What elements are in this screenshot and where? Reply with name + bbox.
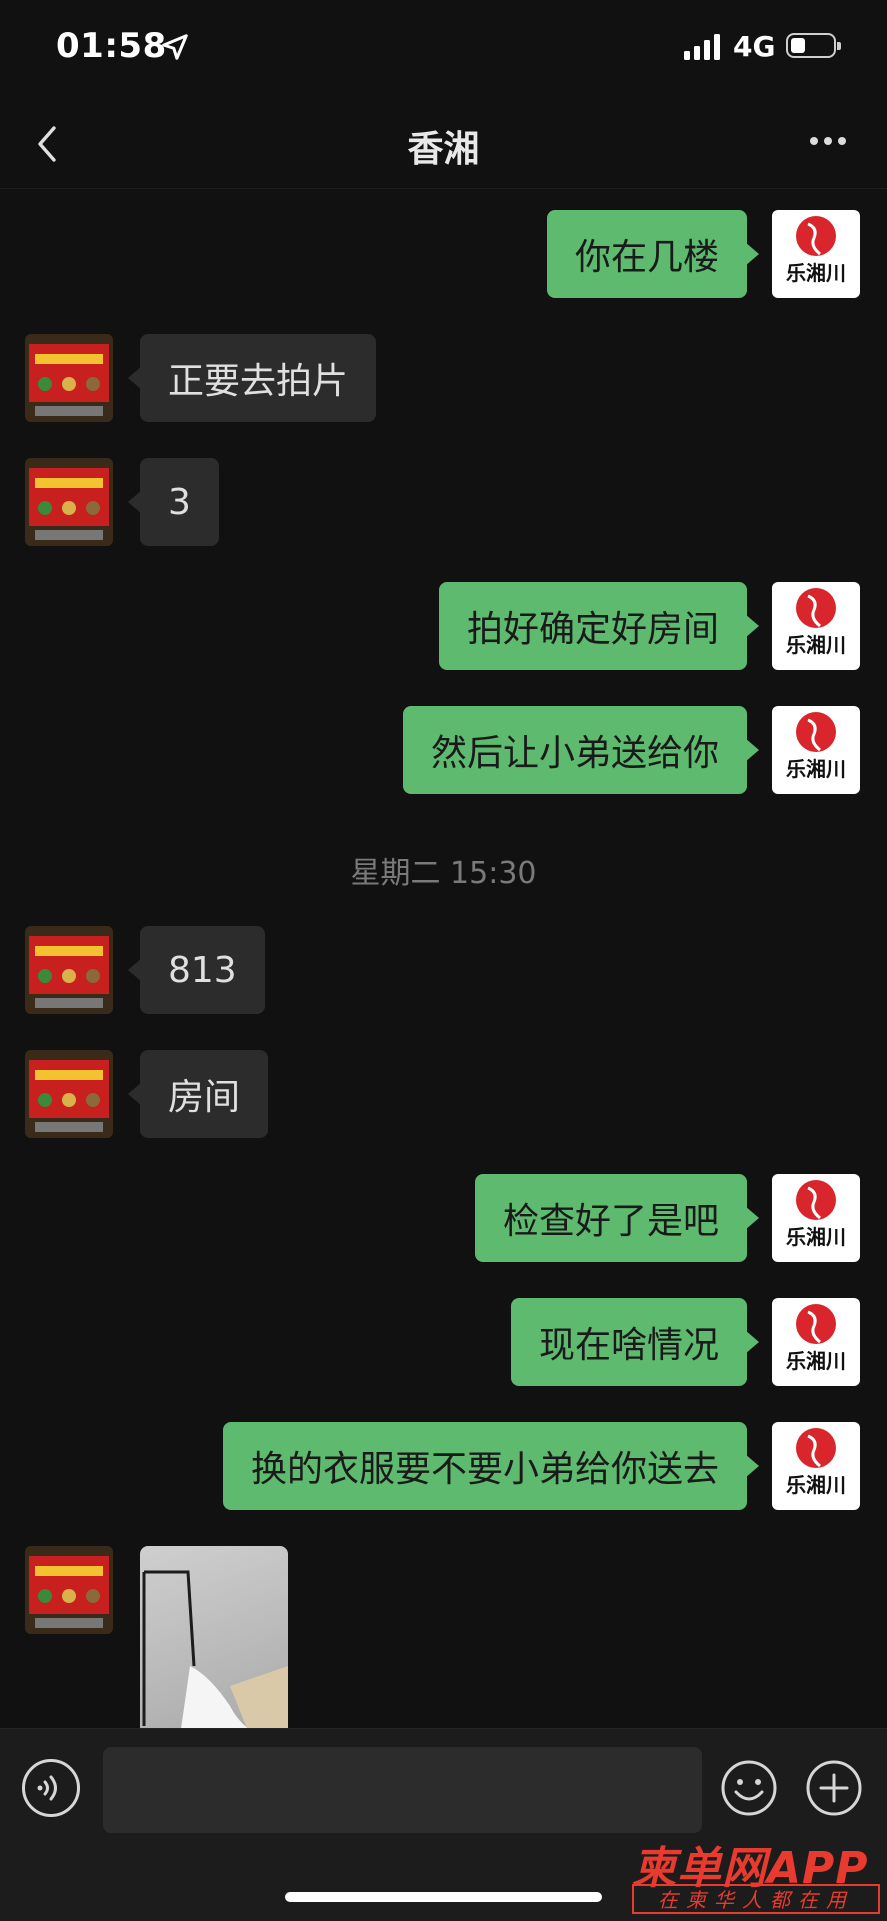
received-message-bubble[interactable]: 813 <box>128 926 265 1014</box>
emoji-icon[interactable] <box>720 1759 778 1817</box>
cellular-signal-icon <box>684 34 720 60</box>
sent-message-bubble[interactable]: 换的衣服要不要小弟给你送去 <box>222 1422 760 1510</box>
my-avatar[interactable]: 乐湘川 <box>772 1298 860 1386</box>
my-avatar[interactable]: 乐湘川 <box>772 582 860 670</box>
sent-message-bubble[interactable]: 现在啥情况 <box>510 1298 760 1386</box>
message-input[interactable] <box>103 1747 702 1833</box>
received-message-bubble[interactable]: 正要去拍片 <box>127 334 377 422</box>
home-indicator[interactable] <box>285 1892 602 1902</box>
chat-title: 香湘 <box>407 129 480 170</box>
svg-text:乐湘川: 乐湘川 <box>786 1349 846 1373</box>
my-avatar[interactable]: 乐湘川 <box>772 210 860 298</box>
more-options-icon[interactable] <box>807 130 857 154</box>
location-arrow-icon <box>162 34 188 60</box>
svg-text:乐湘川: 乐湘川 <box>786 1473 846 1497</box>
my-avatar[interactable]: 乐湘川 <box>772 1174 860 1262</box>
svg-text:乐湘川: 乐湘川 <box>786 633 846 657</box>
watermark-logo: 柬单网APP 在柬华人都在用 <box>628 1832 886 1918</box>
svg-text:乐湘川: 乐湘川 <box>786 1225 846 1249</box>
message-list[interactable]: 你在几楼 乐湘川 正要去拍片 3 拍好确定好房间 乐湘川 然后让小弟送给你 乐湘… <box>0 190 887 1728</box>
sent-message-bubble[interactable]: 你在几楼 <box>546 210 760 298</box>
sent-message-bubble[interactable]: 检查好了是吧 <box>474 1174 760 1262</box>
contact-avatar[interactable] <box>25 458 113 546</box>
sent-message-bubble[interactable]: 拍好确定好房间 <box>438 582 760 670</box>
svg-text:乐湘川: 乐湘川 <box>786 757 846 781</box>
contact-avatar[interactable] <box>25 1050 113 1138</box>
received-message-bubble[interactable]: 房间 <box>127 1050 269 1138</box>
plus-icon[interactable] <box>805 1759 863 1817</box>
contact-avatar[interactable] <box>25 1546 113 1634</box>
svg-text:乐湘川: 乐湘川 <box>786 261 846 285</box>
image-message[interactable] <box>140 1546 288 1728</box>
status-bar: 01:58 4G <box>0 0 887 100</box>
my-avatar[interactable]: 乐湘川 <box>772 1422 860 1510</box>
received-message-bubble[interactable]: 3 <box>128 458 219 546</box>
chat-timestamp: 星期二 15:30 <box>350 856 537 891</box>
chat-header: 香湘 <box>0 100 887 189</box>
sent-message-bubble[interactable]: 然后让小弟送给你 <box>402 706 760 794</box>
contact-avatar[interactable] <box>25 334 113 422</box>
status-time: 01:58 <box>56 26 167 66</box>
watermark-tagline: 在柬华人都在用 <box>632 1884 880 1914</box>
my-avatar[interactable]: 乐湘川 <box>772 706 860 794</box>
voice-input-button[interactable] <box>22 1759 80 1817</box>
battery-icon <box>786 33 841 58</box>
contact-avatar[interactable] <box>25 926 113 1014</box>
network-type: 4G <box>733 30 776 63</box>
